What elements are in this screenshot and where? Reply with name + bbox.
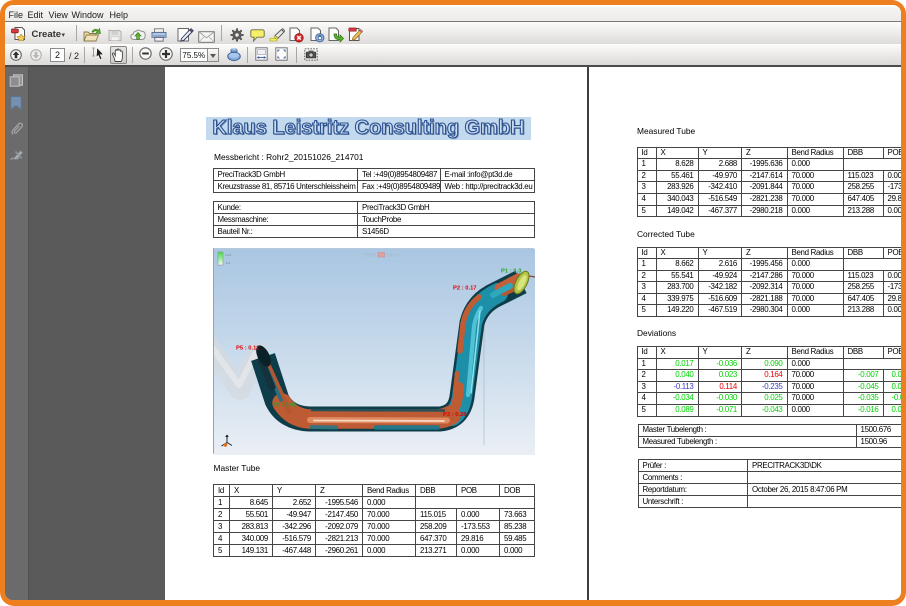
svg-text:-0.3: -0.3 — [225, 261, 231, 265]
svg-text:P4 : 0.05: P4 : 0.05 — [273, 403, 297, 409]
svg-text:P5 : 0.11: P5 : 0.11 — [236, 346, 260, 352]
svg-text:P3 : 0.28: P3 : 0.28 — [443, 412, 467, 418]
svg-text:PT3D: PT3D — [364, 253, 376, 258]
svg-text:Ch1 v: Ch1 v — [387, 253, 400, 258]
svg-text:P1 : 0.3: P1 : 0.3 — [501, 269, 522, 275]
svg-text:P2 : 0.17: P2 : 0.17 — [453, 286, 477, 292]
svg-text:+0.3: +0.3 — [225, 253, 231, 257]
